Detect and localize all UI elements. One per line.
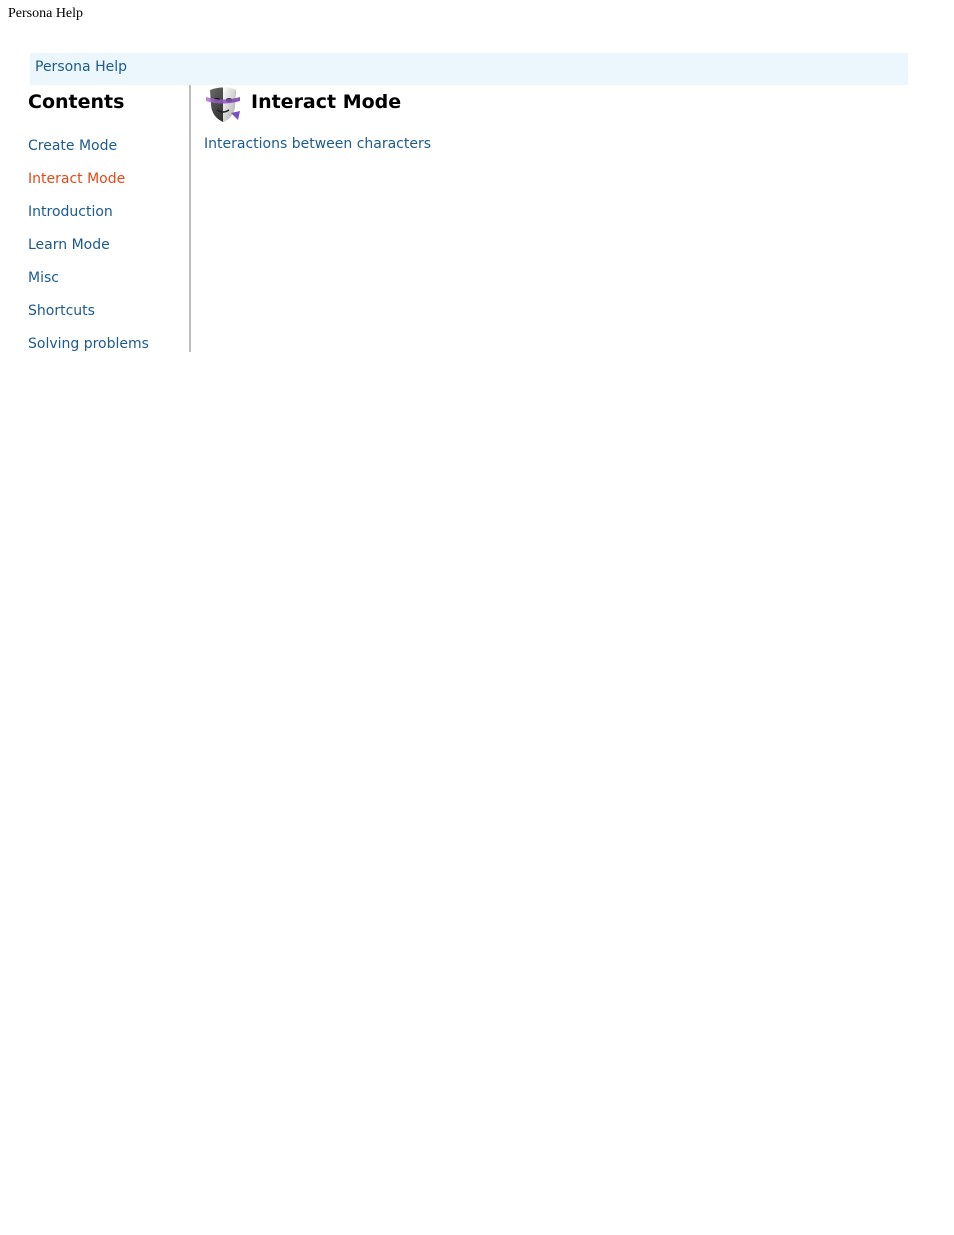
sidebar-item-create-mode: Create Mode bbox=[28, 136, 149, 169]
page-title: Interact Mode bbox=[251, 91, 402, 113]
theater-mask-icon bbox=[204, 85, 242, 123]
sidebar-link-solving-problems[interactable]: Solving problems bbox=[28, 336, 149, 352]
breadcrumb-link-persona-help[interactable]: Persona Help bbox=[35, 59, 127, 75]
sidebar-item-learn-mode: Learn Mode bbox=[28, 235, 149, 268]
window-title: Persona Help bbox=[8, 6, 84, 21]
sidebar: Contents Create Mode Interact Mode Intro… bbox=[28, 85, 191, 352]
topic-link-interactions-between-characters[interactable]: Interactions between characters bbox=[204, 136, 431, 152]
sidebar-link-create-mode[interactable]: Create Mode bbox=[28, 138, 117, 154]
sidebar-item-solving-problems: Solving problems bbox=[28, 334, 149, 367]
sidebar-item-misc: Misc bbox=[28, 268, 149, 301]
breadcrumb: Persona Help bbox=[30, 53, 908, 85]
sidebar-link-shortcuts[interactable]: Shortcuts bbox=[28, 303, 95, 319]
sidebar-link-interact-mode[interactable]: Interact Mode bbox=[28, 171, 125, 187]
sidebar-link-introduction[interactable]: Introduction bbox=[28, 204, 113, 220]
sidebar-item-introduction: Introduction bbox=[28, 202, 149, 235]
sidebar-heading: Contents bbox=[28, 91, 125, 113]
sidebar-item-shortcuts: Shortcuts bbox=[28, 301, 149, 334]
sidebar-link-misc[interactable]: Misc bbox=[28, 270, 59, 286]
sidebar-list: Create Mode Interact Mode Introduction L… bbox=[28, 136, 149, 367]
sidebar-item-interact-mode: Interact Mode bbox=[28, 169, 149, 202]
sidebar-link-learn-mode[interactable]: Learn Mode bbox=[28, 237, 110, 253]
